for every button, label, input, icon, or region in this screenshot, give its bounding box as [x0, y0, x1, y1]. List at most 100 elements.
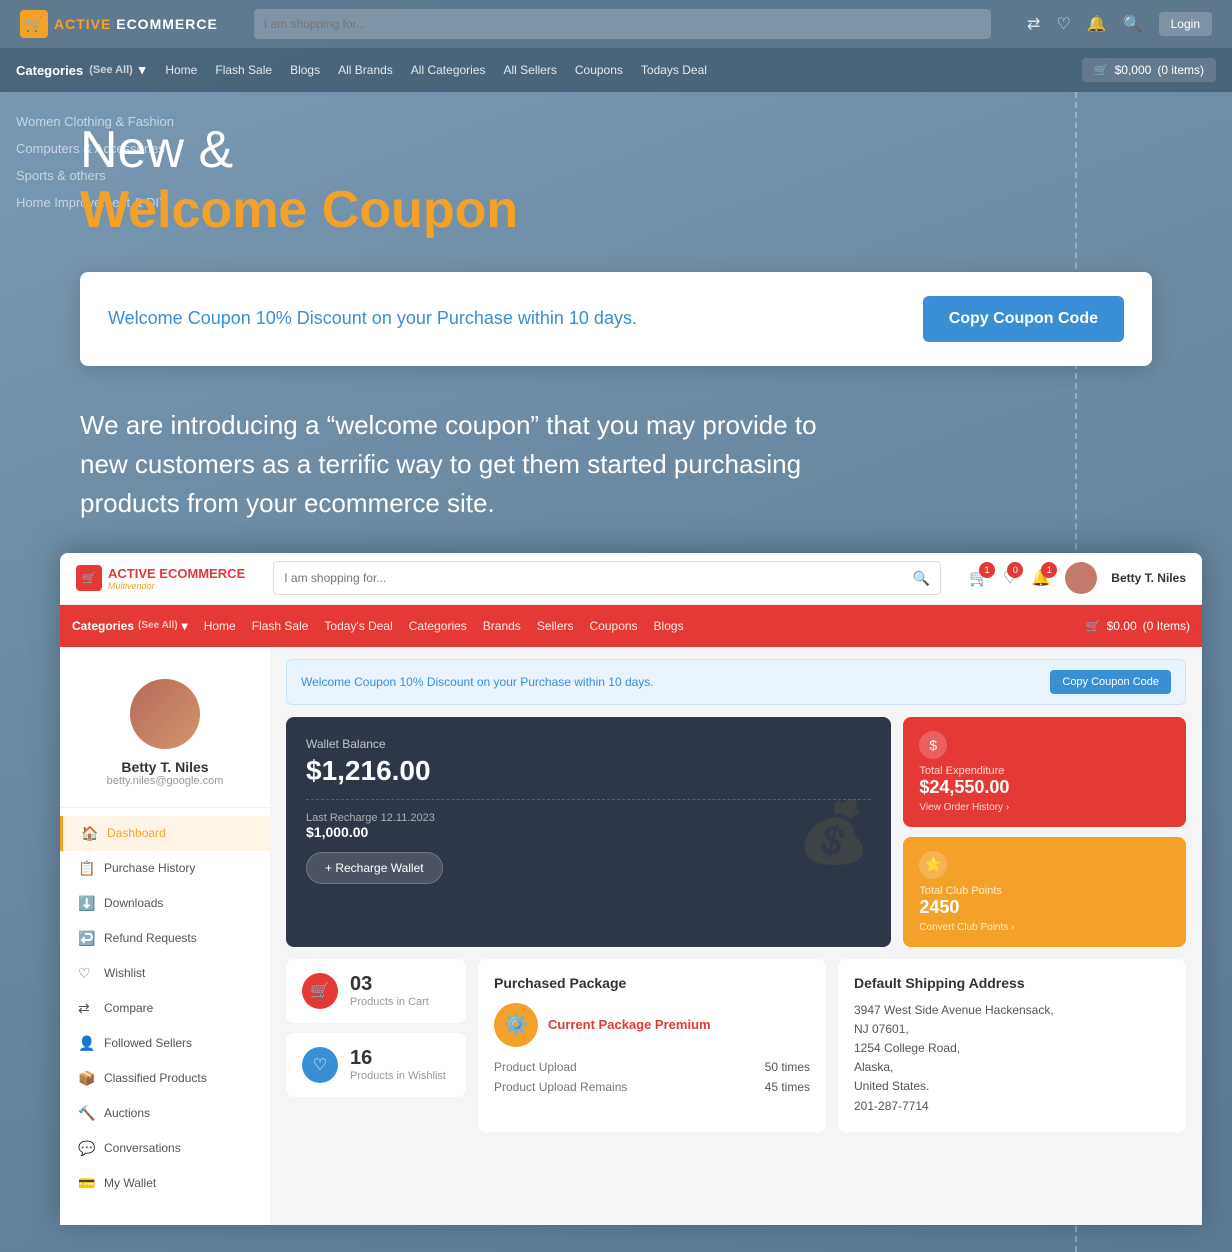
nav-home[interactable]: Home — [165, 63, 197, 77]
compare-icon: ⇄ — [78, 1000, 94, 1017]
package-product-upload: Product Upload 50 times — [494, 1057, 810, 1077]
cart-button[interactable]: 🛒 $0,000 (0 items) — [1082, 58, 1216, 82]
expenditure-card: $ Total Expenditure $24,550.00 View Orde… — [903, 717, 1186, 827]
inner-wishlist-icon[interactable]: ♡0 — [1003, 568, 1017, 588]
inner-search-bar[interactable]: 🔍 — [273, 561, 941, 595]
sidebar-item-compare[interactable]: ⇄ Compare — [60, 991, 270, 1026]
nav-links: Home Flash Sale Blogs All Brands All Cat… — [165, 63, 707, 77]
search-input[interactable] — [264, 17, 981, 31]
search-icon[interactable]: 🔍 — [1123, 14, 1143, 34]
inner-nav-brands[interactable]: Brands — [483, 619, 521, 633]
description-section: We are introducing a “welcome coupon” th… — [0, 366, 1232, 553]
sidebar-menu: 🏠 Dashboard 📋 Purchase History ⬇️ Downlo… — [60, 808, 270, 1209]
dashboard-icon: 🏠 — [81, 825, 97, 842]
auctions-icon: 🔨 — [78, 1105, 94, 1122]
hero-title-line1: New & — [80, 122, 1152, 179]
hero-section: New & Welcome Coupon — [0, 92, 1232, 262]
recharge-button[interactable]: + Recharge Wallet — [306, 852, 443, 884]
search-bar[interactable] — [254, 9, 991, 39]
convert-club-points-link[interactable]: Convert Club Points › — [919, 922, 1170, 933]
package-upload-value: 50 times — [765, 1060, 810, 1074]
top-icons: ⇄ ♡ 🔔 🔍 Login — [1027, 12, 1212, 36]
inner-categories-dropdown[interactable]: Categories (See All) ▾ — [72, 619, 188, 633]
nav-all-sellers[interactable]: All Sellers — [504, 63, 557, 77]
inner-notification-icon[interactable]: 🔔1 — [1031, 568, 1051, 588]
nav-flash-sale[interactable]: Flash Sale — [215, 63, 272, 77]
wallet-recharge-amount: $1,000.00 — [306, 824, 871, 840]
sidebar-item-auctions[interactable]: 🔨 Auctions — [60, 1096, 270, 1131]
inner-copy-coupon-button[interactable]: Copy Coupon Code — [1050, 670, 1171, 694]
sidebar-item-refund[interactable]: ↩️ Refund Requests — [60, 921, 270, 956]
notification-icon[interactable]: 🔔 — [1087, 14, 1107, 34]
sidebar-item-dashboard[interactable]: 🏠 Dashboard — [60, 816, 270, 851]
sidebar-item-purchase-history[interactable]: 📋 Purchase History — [60, 851, 270, 886]
wishlist-stat-icon: ♡ — [302, 1047, 338, 1083]
inner-nav-sellers[interactable]: Sellers — [537, 619, 574, 633]
bottom-row: 🛒 03 Products in Cart ♡ 16 Products in W… — [286, 959, 1186, 1132]
sidebar-item-wallet[interactable]: 💳 My Wallet — [60, 1166, 270, 1201]
inner-card: 🛒 ACTIVE ECOMMERCE Multivendor 🔍 🛒1 ♡0 🔔… — [60, 553, 1202, 1225]
copy-coupon-button[interactable]: Copy Coupon Code — [923, 296, 1124, 342]
inner-nav-home[interactable]: Home — [204, 619, 236, 633]
nav-blogs[interactable]: Blogs — [290, 63, 320, 77]
club-points-card: ⭐ Total Club Points 2450 Convert Club Po… — [903, 837, 1186, 947]
sidebar-item-wishlist[interactable]: ♡ Wishlist — [60, 956, 270, 991]
inner-nav: Categories (See All) ▾ Home Flash Sale T… — [60, 605, 1202, 647]
followed-sellers-icon: 👤 — [78, 1035, 94, 1052]
sidebar-item-classified[interactable]: 📦 Classified Products — [60, 1061, 270, 1096]
hero-title-line2: Welcome Coupon — [80, 179, 1152, 241]
nav-all-categories[interactable]: All Categories — [411, 63, 486, 77]
package-icon: ⚙️ — [494, 1003, 538, 1047]
wallet-label: Wallet Balance — [306, 737, 871, 751]
club-points-amount: 2450 — [919, 897, 1170, 918]
logo[interactable]: 🛒 ACTIVE ECOMMERCE — [20, 10, 218, 38]
inner-logo-icon: 🛒 — [76, 565, 102, 591]
inner-cart-total[interactable]: 🛒 $0.00 (0 Items) — [1086, 619, 1190, 633]
categories-dropdown[interactable]: Categories (See All) ▾ — [16, 62, 145, 78]
inner-nav-blogs[interactable]: Blogs — [654, 619, 684, 633]
nav-all-brands[interactable]: All Brands — [338, 63, 393, 77]
inner-search-input[interactable] — [284, 571, 912, 585]
sidebar-username: Betty T. Niles — [76, 759, 254, 775]
nav-coupons[interactable]: Coupons — [575, 63, 623, 77]
inner-logo[interactable]: 🛒 ACTIVE ECOMMERCE Multivendor — [76, 565, 245, 591]
inner-logo-sub: Multivendor — [108, 581, 245, 591]
inner-nav-today[interactable]: Today's Deal — [324, 619, 392, 633]
package-icon-wrap: ⚙️ Current Package Premium — [494, 1003, 810, 1047]
club-points-label: Total Club Points — [919, 885, 1170, 897]
side-stats: $ Total Expenditure $24,550.00 View Orde… — [903, 717, 1186, 947]
wishlist-stat-number: 16 — [350, 1047, 446, 1070]
sidebar-avatar-img — [130, 679, 200, 749]
nav-todays-deal[interactable]: Todays Deal — [641, 63, 707, 77]
logo-icon: 🛒 — [20, 10, 48, 38]
classified-icon: 📦 — [78, 1070, 94, 1087]
inner-nav-categories[interactable]: Categories — [409, 619, 467, 633]
inner-content: Betty T. Niles betty.niles@google.com 🏠 … — [60, 647, 1202, 1225]
inner-top-icons: 🛒1 ♡0 🔔1 Betty T. Niles — [969, 562, 1186, 594]
inner-main: Welcome Coupon 10% Discount on your Purc… — [270, 647, 1202, 1225]
logo-text: ACTIVE ECOMMERCE — [54, 16, 218, 32]
sidebar-item-downloads[interactable]: ⬇️ Downloads — [60, 886, 270, 921]
wallet-icon: 💳 — [78, 1175, 94, 1192]
refund-icon: ↩️ — [78, 930, 94, 947]
address-card: Default Shipping Address 3947 West Side … — [838, 959, 1186, 1132]
cart-stat-number: 03 — [350, 973, 429, 996]
sidebar-item-followed-sellers[interactable]: 👤 Followed Sellers — [60, 1026, 270, 1061]
wishlist-icon[interactable]: ♡ — [1056, 14, 1070, 34]
avatar[interactable] — [1065, 562, 1097, 594]
sidebar-item-conversations[interactable]: 💬 Conversations — [60, 1131, 270, 1166]
coupon-banner: Welcome Coupon 10% Discount on your Purc… — [80, 272, 1152, 366]
compare-icon[interactable]: ⇄ — [1027, 14, 1040, 34]
inner-cart-icon[interactable]: 🛒1 — [969, 568, 989, 588]
club-points-icon: ⭐ — [919, 851, 947, 879]
inner-sidebar: Betty T. Niles betty.niles@google.com 🏠 … — [60, 647, 270, 1225]
wallet-amount: $1,216.00 — [306, 755, 871, 787]
inner-logo-text: ACTIVE ECOMMERCE — [108, 566, 245, 581]
cart-stat-card: 🛒 03 Products in Cart — [286, 959, 466, 1023]
login-button[interactable]: Login — [1159, 12, 1212, 36]
downloads-icon: ⬇️ — [78, 895, 94, 912]
inner-nav-flash[interactable]: Flash Sale — [252, 619, 309, 633]
inner-nav-coupons[interactable]: Coupons — [590, 619, 638, 633]
package-name: Current Package Premium — [548, 1017, 711, 1032]
view-order-history-link[interactable]: View Order History › — [919, 802, 1170, 813]
